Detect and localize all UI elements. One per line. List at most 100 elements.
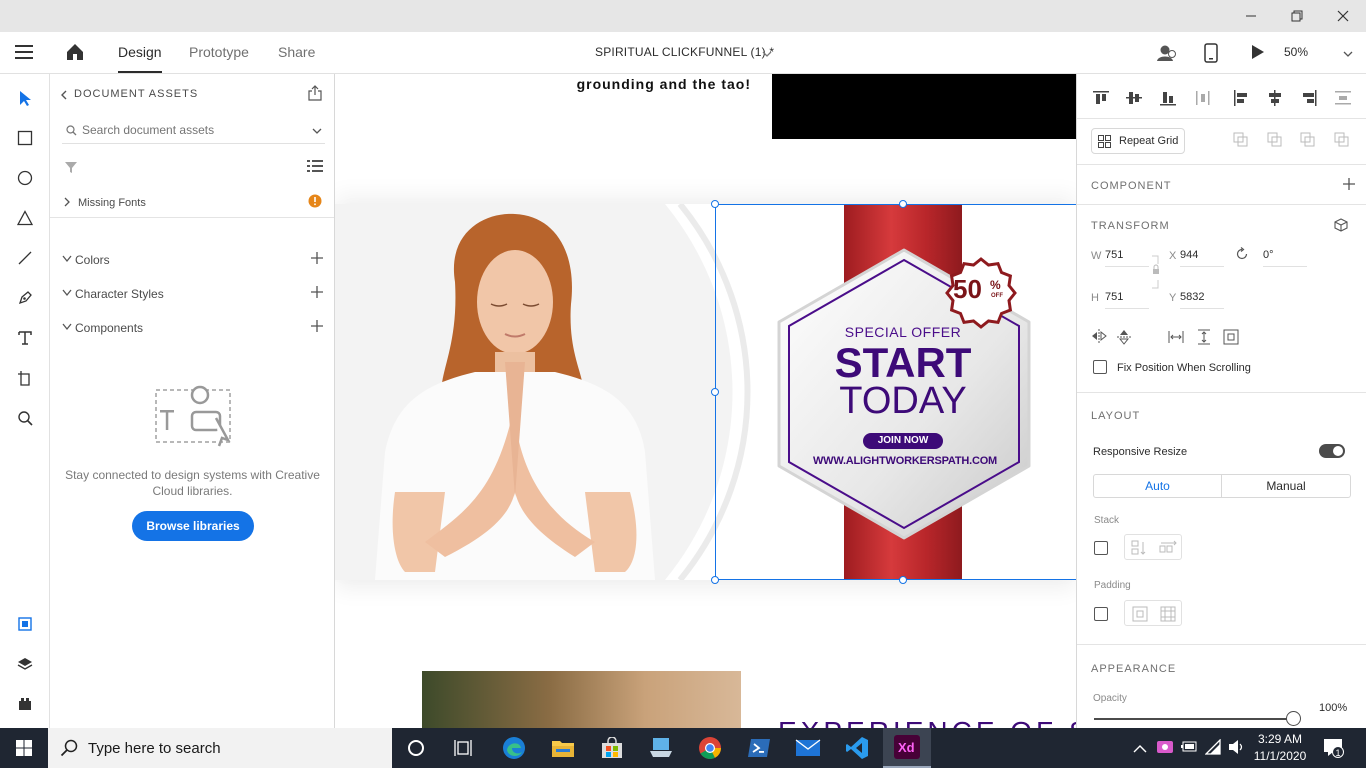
line-tool-icon[interactable]: [13, 246, 37, 270]
stack-checkbox[interactable]: [1094, 541, 1108, 555]
layers-panel-icon[interactable]: [13, 652, 37, 676]
minimize-button[interactable]: [1228, 0, 1274, 32]
resize-handle[interactable]: [711, 200, 719, 208]
artboard-tool-icon[interactable]: [13, 366, 37, 390]
pen-tool-icon[interactable]: [13, 286, 37, 310]
file-explorer-button[interactable]: [539, 728, 587, 768]
3d-transform-icon[interactable]: [1334, 218, 1348, 232]
stack-vertical-icon[interactable]: [1131, 540, 1147, 556]
distribute-vertical-icon[interactable]: [1335, 90, 1351, 106]
tab-prototype[interactable]: Prototype: [189, 32, 249, 73]
boolean-intersect-icon[interactable]: [1300, 132, 1316, 148]
lock-aspect-icon[interactable]: [1150, 254, 1162, 290]
tab-share[interactable]: Share: [278, 32, 315, 73]
zoom-tool-icon[interactable]: [13, 406, 37, 430]
canvas-top-text[interactable]: grounding and the tao!: [435, 76, 751, 92]
notification-center-icon[interactable]: 1: [1323, 738, 1345, 763]
text-tool-icon[interactable]: [13, 326, 37, 350]
align-middle-icon[interactable]: [1126, 90, 1142, 106]
responsive-resize-toggle[interactable]: [1319, 444, 1345, 458]
today-text[interactable]: TODAY: [803, 380, 1003, 422]
padding-checkbox[interactable]: [1094, 607, 1108, 621]
bottom-photo[interactable]: [422, 671, 741, 728]
height-field[interactable]: 751: [1105, 291, 1149, 309]
y-field[interactable]: 5832: [1180, 291, 1224, 309]
xd-app-button[interactable]: Xd: [883, 728, 931, 768]
boolean-subtract-icon[interactable]: [1267, 132, 1283, 148]
taskbar-search-box[interactable]: Type here to search: [48, 728, 392, 768]
fixed-width-icon[interactable]: [1168, 330, 1184, 344]
show-hidden-icons-icon[interactable]: [1133, 741, 1147, 759]
vscode-app-button[interactable]: [833, 728, 881, 768]
resize-handle[interactable]: [899, 576, 907, 584]
padding-individual-icon[interactable]: [1160, 606, 1176, 622]
assets-search[interactable]: [62, 116, 325, 144]
zoom-level[interactable]: 50%: [1284, 32, 1308, 73]
clock[interactable]: 3:29 AM 11/1/2020: [1252, 731, 1308, 765]
mail-app-button[interactable]: [784, 728, 832, 768]
cortana-button[interactable]: [392, 728, 440, 768]
resize-handle[interactable]: [711, 388, 719, 396]
missing-fonts-row[interactable]: Missing Fonts: [50, 186, 334, 218]
device-preview-icon[interactable]: [1204, 43, 1218, 68]
align-bottom-icon[interactable]: [1160, 90, 1176, 106]
align-left-icon[interactable]: [1233, 90, 1249, 106]
share-user-icon[interactable]: [1156, 43, 1176, 68]
ellipse-tool-icon[interactable]: [13, 166, 37, 190]
add-character-style-icon[interactable]: [311, 286, 323, 298]
colors-section[interactable]: Colors: [50, 250, 334, 270]
resize-handle[interactable]: [899, 200, 907, 208]
black-block-element[interactable]: [772, 74, 1076, 139]
boolean-add-icon[interactable]: [1233, 132, 1249, 148]
back-chevron-icon[interactable]: [60, 88, 68, 106]
align-right-icon[interactable]: [1301, 90, 1317, 106]
export-icon[interactable]: [307, 85, 323, 106]
join-now-button[interactable]: JOIN NOW: [863, 433, 943, 449]
fixed-size-icon[interactable]: [1223, 329, 1239, 345]
fix-position-checkbox[interactable]: [1093, 360, 1107, 374]
start-button[interactable]: [0, 728, 48, 768]
align-top-icon[interactable]: [1093, 90, 1109, 106]
polygon-tool-icon[interactable]: [13, 206, 37, 230]
opacity-slider-handle[interactable]: [1286, 711, 1301, 726]
flip-horizontal-icon[interactable]: [1091, 329, 1107, 343]
padding-uniform-icon[interactable]: [1132, 606, 1148, 622]
boolean-exclude-icon[interactable]: [1334, 132, 1350, 148]
list-view-icon[interactable]: [307, 159, 323, 178]
task-view-button[interactable]: [440, 728, 488, 768]
chevron-down-icon[interactable]: [312, 126, 322, 136]
character-styles-section[interactable]: Character Styles: [50, 284, 334, 304]
opacity-slider-track[interactable]: [1094, 718, 1294, 720]
tray-app-icon[interactable]: [1156, 739, 1174, 760]
components-section[interactable]: Components: [50, 318, 334, 338]
volume-icon[interactable]: [1228, 739, 1246, 760]
align-center-icon[interactable]: [1267, 90, 1283, 106]
filter-icon[interactable]: [64, 160, 78, 179]
rectangle-tool-icon[interactable]: [13, 126, 37, 150]
warning-icon[interactable]: [308, 194, 322, 208]
width-field[interactable]: 751: [1105, 249, 1149, 267]
wifi-icon[interactable]: [1204, 738, 1223, 760]
bottom-heading-text[interactable]: EXPERIENCE OF SPI: [778, 716, 1076, 728]
website-url-text[interactable]: WWW.ALIGHTWORKERSPATH.COM: [813, 455, 997, 467]
browse-libraries-button[interactable]: Browse libraries: [132, 511, 254, 541]
select-tool-icon[interactable]: [13, 86, 37, 110]
add-component-icon[interactable]: [311, 320, 323, 332]
distribute-horizontal-icon[interactable]: [1195, 90, 1211, 106]
document-title[interactable]: SPIRITUAL CLICKFUNNEL (1) *: [595, 32, 774, 73]
x-field[interactable]: 944: [1180, 249, 1224, 267]
repeat-grid-button[interactable]: Repeat Grid: [1091, 128, 1185, 154]
edge-app-button[interactable]: [490, 728, 538, 768]
pc-app-button[interactable]: [637, 728, 685, 768]
woman-praying-photo[interactable]: [355, 212, 665, 580]
flip-vertical-icon[interactable]: [1117, 329, 1131, 345]
rotation-field[interactable]: 0°: [1263, 249, 1307, 267]
zoom-chevron-icon[interactable]: [1343, 46, 1353, 64]
rotate-icon[interactable]: [1235, 247, 1249, 261]
store-app-button[interactable]: [588, 728, 636, 768]
add-component-icon[interactable]: [1343, 178, 1355, 190]
add-color-icon[interactable]: [311, 252, 323, 264]
auto-mode-button[interactable]: Auto: [1094, 475, 1222, 497]
close-button[interactable]: [1320, 0, 1366, 32]
stack-horizontal-icon[interactable]: [1159, 540, 1177, 556]
